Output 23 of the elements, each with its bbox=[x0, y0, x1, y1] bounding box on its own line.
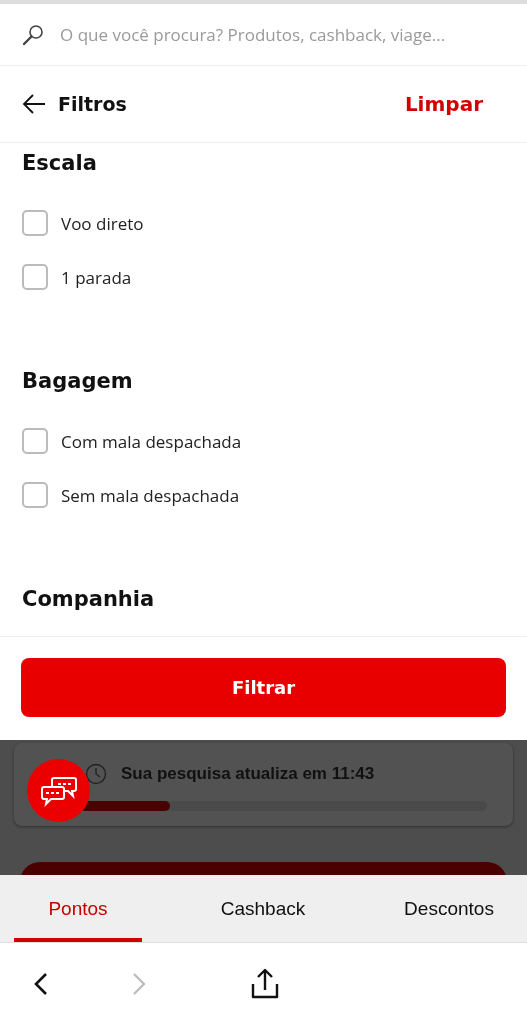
section-title: Bagagem bbox=[22, 369, 133, 393]
filter-button[interactable]: Filtrar bbox=[21, 658, 506, 717]
category-tab[interactable]: Descontos bbox=[379, 875, 519, 942]
category-tab[interactable]: Cashback bbox=[192, 875, 334, 942]
option-label: Sem mala despachada bbox=[61, 483, 240, 507]
checkbox[interactable] bbox=[22, 264, 48, 290]
option-label: 1 parada bbox=[61, 265, 132, 289]
checkbox[interactable] bbox=[22, 482, 48, 508]
search-icon bbox=[22, 23, 44, 46]
section-title: Escala bbox=[22, 151, 97, 175]
clear-button[interactable]: Limpar bbox=[404, 92, 505, 116]
page-title: Filtros bbox=[58, 93, 127, 115]
update-notice: Sua pesquisa atualiza em 11:43 bbox=[121, 764, 375, 784]
checkbox[interactable] bbox=[22, 210, 48, 236]
back-arrow-icon[interactable] bbox=[22, 94, 46, 114]
clock-icon bbox=[85, 763, 107, 785]
category-tab[interactable]: Pontos bbox=[14, 875, 142, 942]
option-label: Com mala despachada bbox=[61, 429, 242, 453]
chat-bubbles-icon bbox=[39, 774, 78, 807]
section-title: Companhia bbox=[22, 587, 155, 611]
checkbox[interactable] bbox=[22, 428, 48, 454]
option-label: Voo direto bbox=[61, 211, 144, 235]
search-field[interactable]: O que você procura? Produtos, cashback, viage... bbox=[60, 23, 500, 46]
